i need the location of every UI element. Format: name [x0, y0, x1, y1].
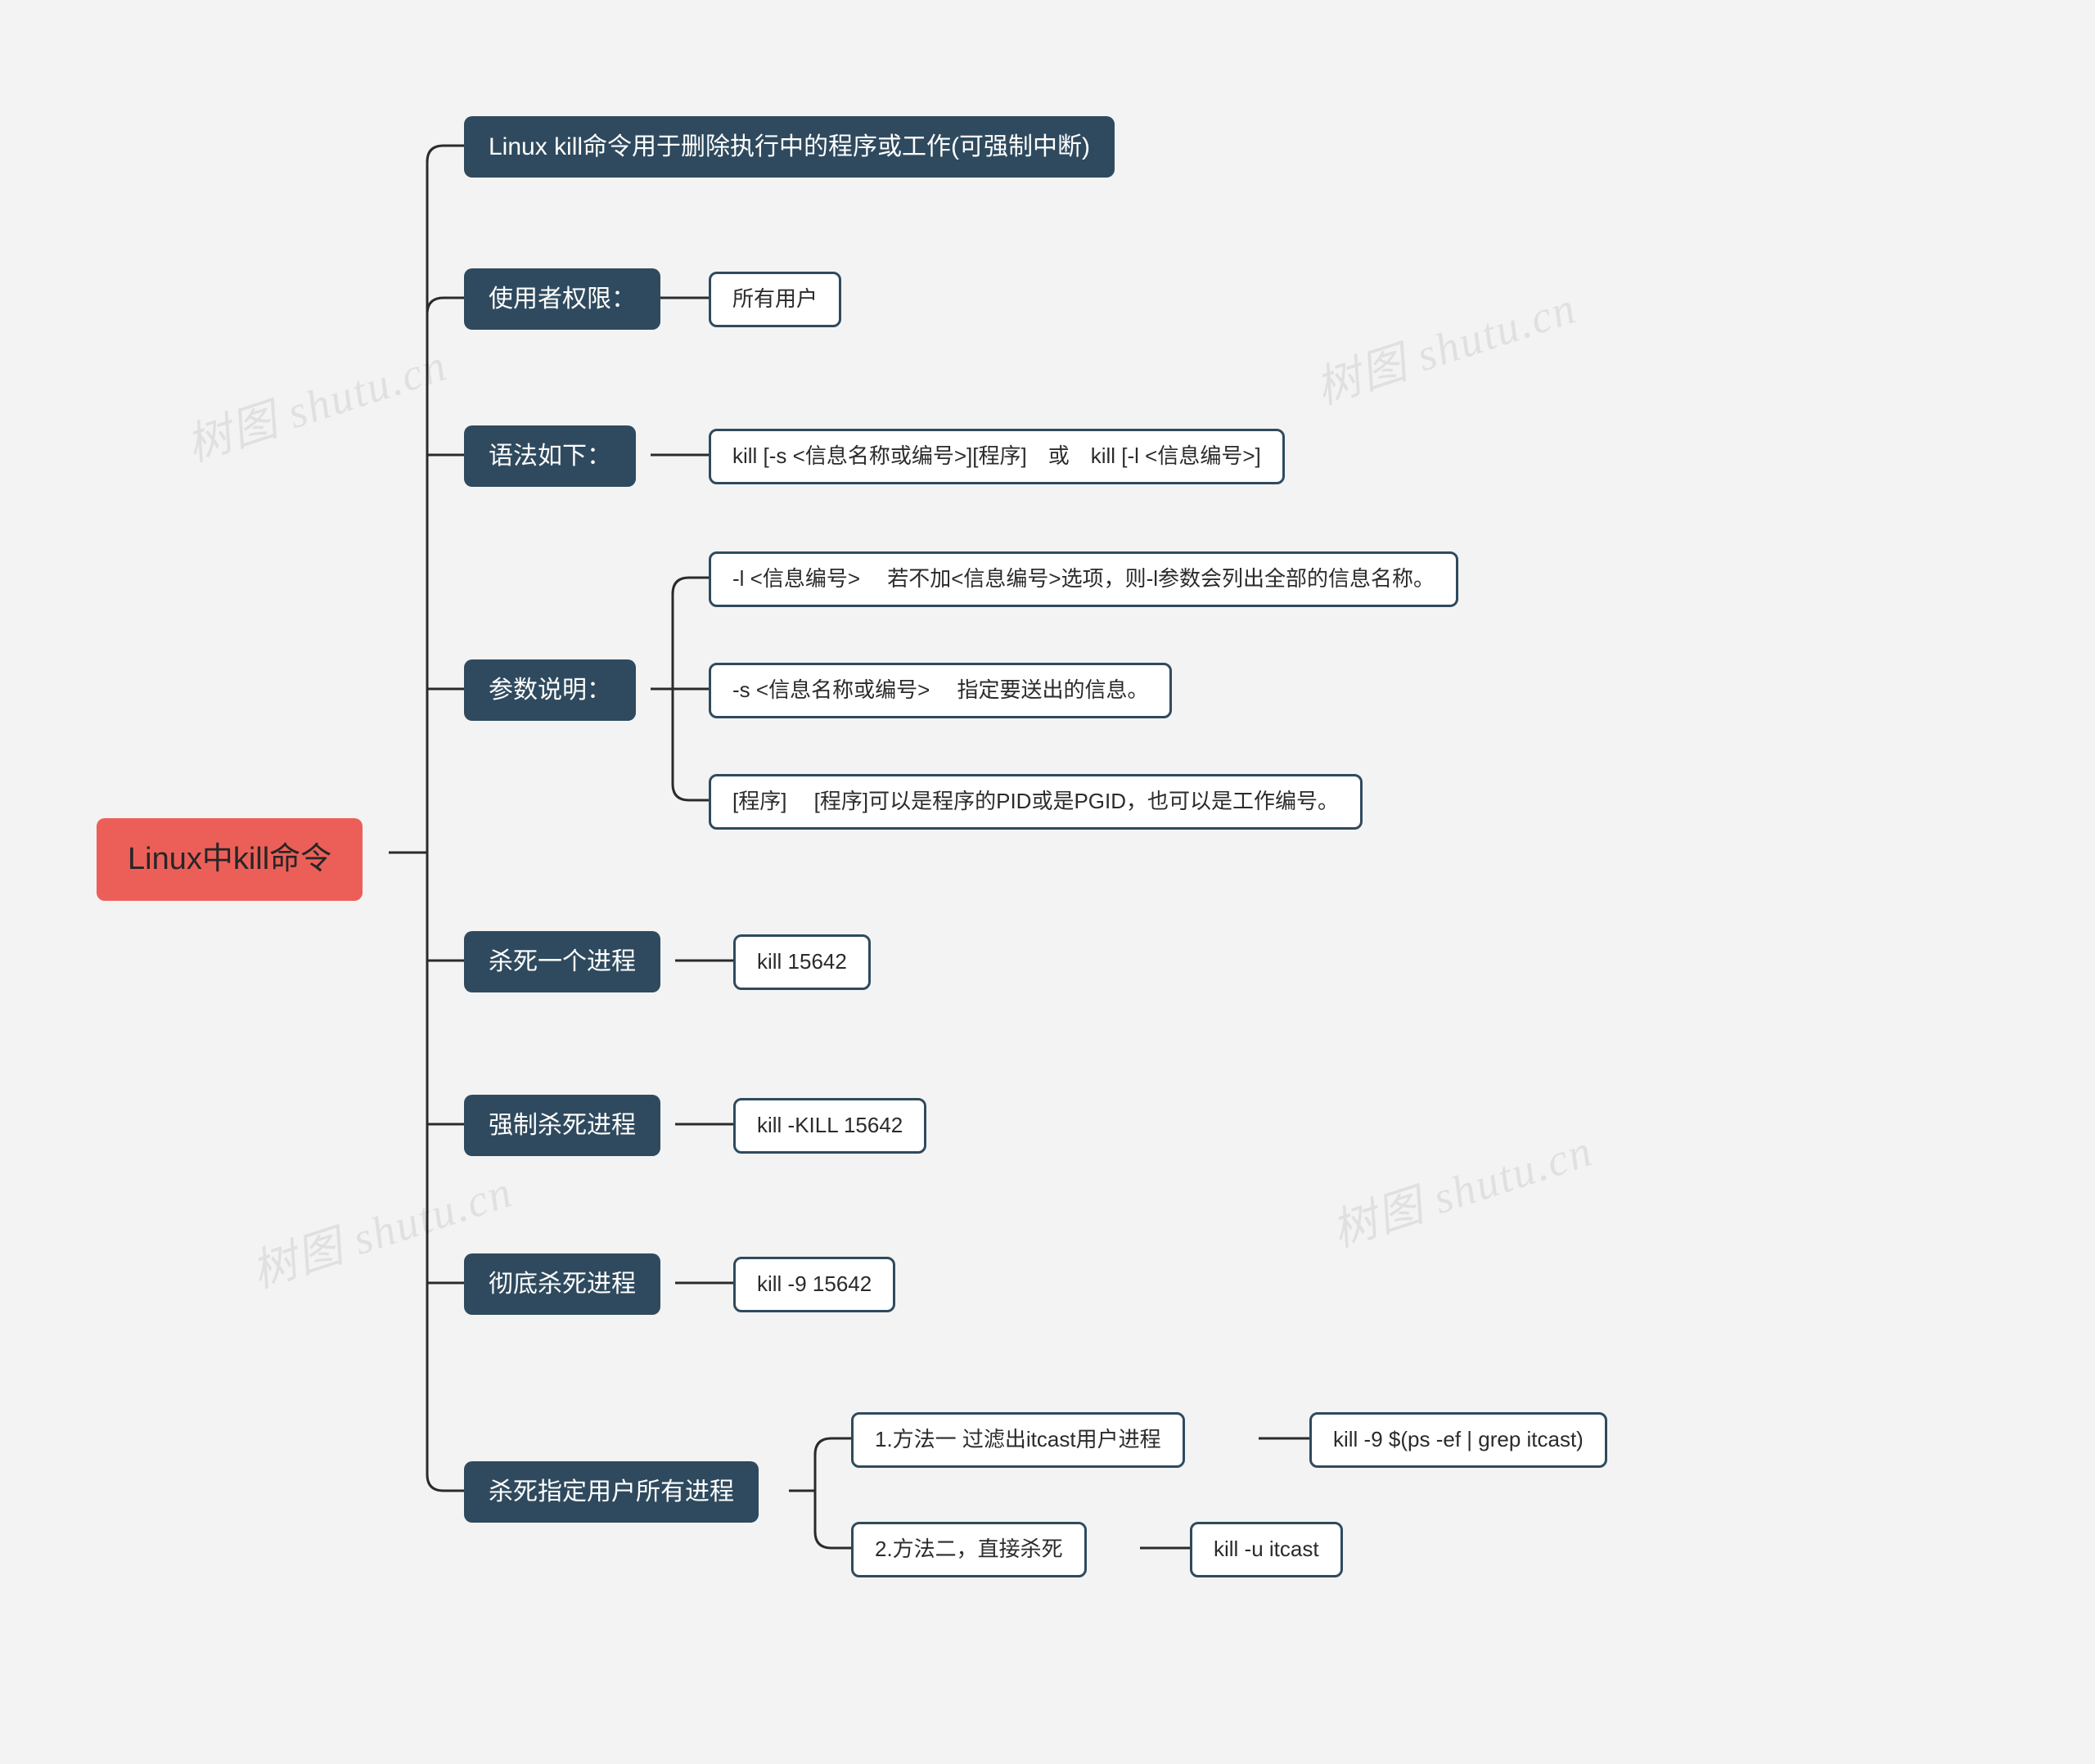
- branch-kill-one: 杀死一个进程: [464, 931, 660, 992]
- watermark: 树图 shutu.cn: [1306, 271, 1584, 416]
- branch-description: Linux kill命令用于删除执行中的程序或工作(可强制中断): [464, 116, 1115, 178]
- watermark: 树图 shutu.cn: [177, 328, 454, 474]
- leaf-hard-kill-value: kill -9 15642: [733, 1257, 895, 1312]
- branch-params: 参数说明：: [464, 659, 636, 721]
- leaf-force-kill-value: kill -KILL 15642: [733, 1098, 926, 1154]
- leaf-param-s: -s <信息名称或编号> 指定要送出的信息。: [709, 663, 1172, 718]
- watermark: 树图 shutu.cn: [1322, 1114, 1600, 1259]
- branch-hard-kill: 彻底杀死进程: [464, 1253, 660, 1315]
- branch-permission: 使用者权限：: [464, 268, 660, 330]
- root-node: Linux中kill命令: [97, 818, 363, 901]
- leaf-syntax-value: kill [-s <信息名称或编号>][程序] 或 kill [-l <信息编号…: [709, 429, 1285, 484]
- leaf-kill-one-value: kill 15642: [733, 934, 871, 990]
- leaf-user-method2-value: kill -u itcast: [1190, 1522, 1343, 1577]
- leaf-param-l: -l <信息编号> 若不加<信息编号>选项，则-l参数会列出全部的信息名称。: [709, 551, 1458, 607]
- branch-syntax: 语法如下：: [464, 425, 636, 487]
- leaf-permission-value: 所有用户: [709, 272, 841, 327]
- leaf-user-method1: 1.方法一 过滤出itcast用户进程: [851, 1412, 1185, 1468]
- branch-force-kill: 强制杀死进程: [464, 1095, 660, 1156]
- branch-kill-user: 杀死指定用户所有进程: [464, 1461, 759, 1523]
- leaf-user-method1-value: kill -9 $(ps -ef | grep itcast): [1309, 1412, 1607, 1468]
- leaf-param-prog: [程序] [程序]可以是程序的PID或是PGID，也可以是工作编号。: [709, 774, 1363, 830]
- leaf-user-method2: 2.方法二，直接杀死: [851, 1522, 1087, 1577]
